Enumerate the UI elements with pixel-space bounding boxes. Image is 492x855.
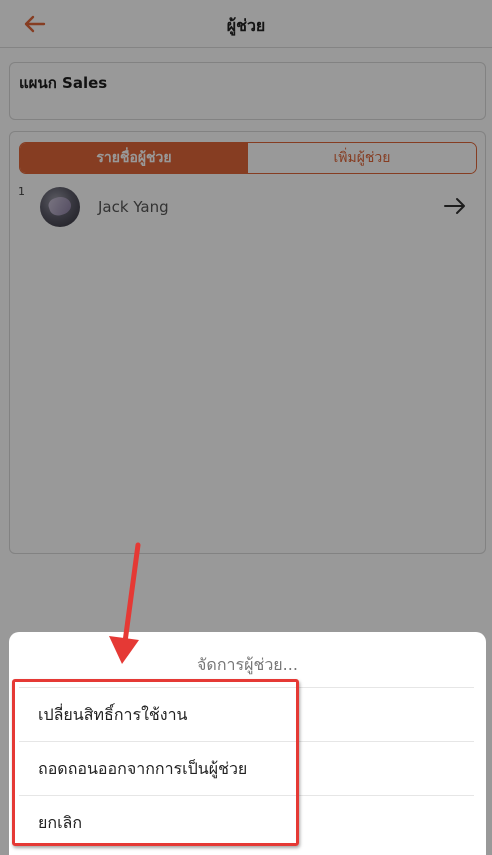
action-sheet-title: จัดการผู้ช่วย... <box>197 655 298 674</box>
annotation-highlight-box <box>12 679 299 846</box>
screen: ผู้ช่วย แผนก Sales รายชื่อผู้ช่วย เพิ่มผ… <box>0 0 492 855</box>
